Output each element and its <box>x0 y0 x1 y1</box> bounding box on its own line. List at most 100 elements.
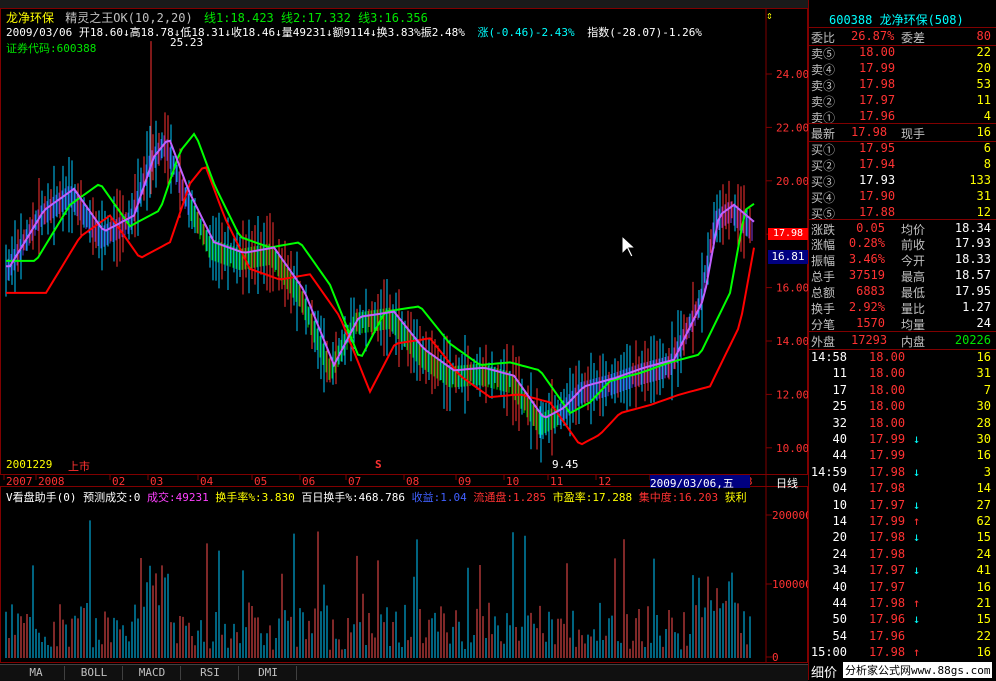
tick-vol: 30 <box>976 432 991 446</box>
tab-macd[interactable]: MACD <box>124 666 181 680</box>
sell-row: 卖④ 17.99 20 <box>809 60 996 77</box>
tick-price: 18.00 <box>869 350 906 364</box>
stat-value-2: 24 <box>976 316 991 330</box>
day-line-label[interactable]: 日线 <box>776 475 798 491</box>
forecast-vol: 预测成交:0 <box>83 491 141 504</box>
start-date: 2001229 <box>6 458 53 471</box>
profit-value: 获利 <box>724 491 747 504</box>
price-axis-label: 14.00 <box>776 335 808 348</box>
tick-price: 18.00 <box>869 366 906 381</box>
tab-ma[interactable]: MA <box>8 666 65 680</box>
stat-row: 总手 37519 最高 18.57 <box>809 267 996 284</box>
quote-title: 600388 龙净环保(508) <box>809 10 996 28</box>
tick-vol: 62 <box>976 514 991 528</box>
tick-vol: 16 <box>976 645 991 660</box>
tick-price: 17.99 <box>869 448 906 463</box>
stat-value: 0.28% <box>848 236 885 250</box>
tick-vol: 28 <box>976 415 991 430</box>
tick-time: 50 <box>832 612 847 627</box>
tick-time: 04 <box>832 481 847 496</box>
tick-price: 17.97 <box>869 579 906 594</box>
tick-price: 17.98 <box>869 481 906 496</box>
scroll-arrow-icon[interactable]: ⇕ <box>766 9 773 22</box>
tab-dmi[interactable]: DMI <box>240 666 297 680</box>
price-axis-label: 22.00 <box>776 121 808 134</box>
stat-value-2: 17.95 <box>954 284 991 298</box>
turnover-rate: 换手率%:3.830 <box>215 491 295 504</box>
tick-arrow-icon: ↓ <box>913 612 921 627</box>
tick-price: 17.98 <box>869 596 906 610</box>
sell-row: 卖⑤ 18.00 22 <box>809 44 996 61</box>
buy-vol: 31 <box>976 189 991 203</box>
tick-arrow-icon: ↓ <box>913 497 921 512</box>
income-value: 收益:1.04 <box>411 491 467 504</box>
tick-time: 15:00 <box>810 645 847 660</box>
tick-time: 20 <box>832 530 847 545</box>
volume-panel-frame <box>0 486 808 663</box>
tick-vol: 24 <box>976 546 991 561</box>
tick-time: 54 <box>832 628 847 643</box>
tick-arrow-icon: ↓ <box>913 530 921 545</box>
stat-value: 0.05 <box>856 221 885 235</box>
tick-time: 17 <box>832 382 847 397</box>
price-axis-label: 24.00 <box>776 68 808 81</box>
buy-vol: 8 <box>983 157 991 171</box>
tick-arrow-icon: ↑ <box>913 645 921 660</box>
sell-signal-marker: S <box>375 458 382 471</box>
sell-price: 17.99 <box>859 61 896 75</box>
chart-area[interactable]: 24.0022.0020.0018.0016.0014.0012.0010.00… <box>0 0 808 681</box>
sell-vol: 11 <box>976 93 991 107</box>
ohlc-text: 2009/03/06 开18.60↓高18.78↓低18.31↓收18.46↓量… <box>6 26 465 39</box>
tick-row: 40 17.97 16 <box>809 580 996 597</box>
tick-row: 25 18.00 30 <box>809 399 996 416</box>
tab-rsi[interactable]: RSI <box>182 666 239 680</box>
stat-row: 振幅 3.46% 今开 18.33 <box>809 251 996 268</box>
tick-price: 17.98 <box>869 464 906 479</box>
tick-price: 17.98 <box>869 546 906 561</box>
tick-price: 17.96 <box>869 612 906 627</box>
tick-time: 40 <box>832 432 847 446</box>
kline-chart-svg[interactable]: 24.0022.0020.0018.0016.0014.0012.0010.00… <box>0 0 808 680</box>
change-text: 涨(-0.46)-2.43% <box>477 26 575 39</box>
outer-label: 外盘 <box>811 335 836 349</box>
time-axis-label: 03 <box>150 475 163 488</box>
indicator-tabs: MA BOLL MACD RSI DMI <box>0 664 808 681</box>
tick-row: 20 17.98 ↓ 15 <box>809 530 996 547</box>
last-price: 17.98 <box>851 125 888 139</box>
sell-vol: 53 <box>976 77 991 91</box>
tick-price: 17.99 <box>869 432 906 446</box>
tick-vol: 30 <box>976 399 991 414</box>
tick-arrow-icon: ↓ <box>913 432 921 446</box>
tick-price: 17.97 <box>869 497 906 512</box>
tick-price: 17.99 <box>869 514 906 528</box>
tick-row: 54 17.96 22 <box>809 629 996 646</box>
time-axis-label: 2008 <box>38 475 65 488</box>
stat-row: 涨幅 0.28% 前收 17.93 <box>809 235 996 252</box>
buy-row: 买③ 17.93 133 <box>809 172 996 189</box>
vol-helper-name: V看盘助手(0) <box>6 491 77 504</box>
tick-vol: 16 <box>976 579 991 594</box>
time-axis-label: 2007 <box>6 475 33 488</box>
tick-row: 17 18.00 7 <box>809 383 996 400</box>
time-axis-label: 05 <box>254 475 267 488</box>
tick-vol: 16 <box>976 350 991 364</box>
stat-value: 2.92% <box>848 300 885 314</box>
stat-value: 6883 <box>856 284 885 298</box>
tick-row: 50 17.96 ↓ 15 <box>809 612 996 629</box>
tick-row: 44 17.98 ↑ 21 <box>809 596 996 613</box>
diff-value: 80 <box>976 29 991 43</box>
mouse-cursor-icon <box>621 234 637 258</box>
line1-value: 线1:18.423 <box>203 11 274 25</box>
tab-boll[interactable]: BOLL <box>66 666 123 680</box>
tick-row: 10 17.97 ↓ 27 <box>809 498 996 515</box>
sell-vol: 22 <box>976 45 991 59</box>
tick-row: 24 17.98 24 <box>809 547 996 564</box>
stock-code: 证券代码:600388 <box>6 42 97 55</box>
outer-value: 17293 <box>851 333 888 347</box>
tick-vol: 3 <box>983 464 991 479</box>
volume-axis-label: 0 <box>772 651 779 664</box>
sell-price: 18.00 <box>859 45 896 59</box>
buy-price: 17.90 <box>859 189 896 203</box>
now-vol: 16 <box>976 125 991 139</box>
price-panel-frame <box>0 8 808 475</box>
